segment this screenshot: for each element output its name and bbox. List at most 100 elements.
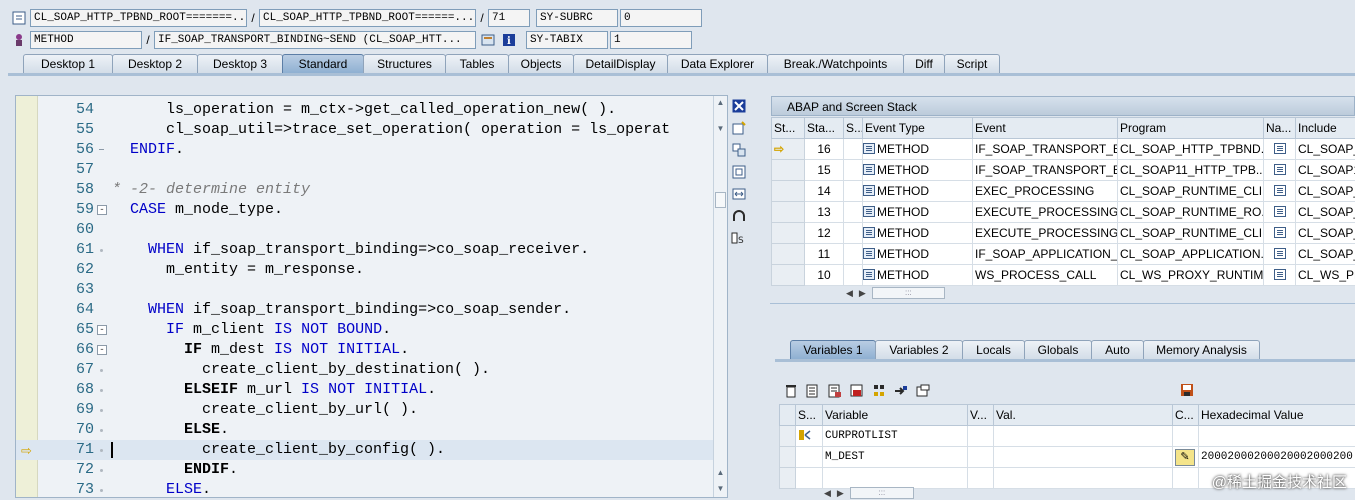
code-text[interactable]: ELSE. <box>112 480 211 498</box>
code-line[interactable]: 58* -2- determine entity <box>16 180 713 200</box>
row-selector[interactable] <box>780 468 796 489</box>
code-line[interactable]: 55 cl_soap_util=>trace_set_operation( op… <box>16 120 713 140</box>
tab-variables-1[interactable]: Variables 1 <box>790 340 876 359</box>
load-variables-icon[interactable] <box>804 382 822 400</box>
var-col-selector[interactable] <box>780 405 796 426</box>
line-number[interactable]: 66 <box>38 340 94 360</box>
line-number[interactable]: 71 <box>38 440 94 460</box>
tab-data-explorer[interactable]: Data Explorer <box>667 54 768 73</box>
navigate-source-icon[interactable] <box>1274 269 1286 280</box>
col-header-level[interactable]: Sta... <box>805 118 844 139</box>
edit-pencil-icon[interactable]: ✎ <box>1175 449 1195 466</box>
code-text[interactable]: ELSEIF m_url IS NOT INITIAL. <box>112 380 436 400</box>
editor-vertical-scrollbar[interactable]: ▲ ▼ ▲ ▼ <box>713 96 727 497</box>
code-line[interactable]: 68 ELSEIF m_url IS NOT INITIAL. <box>16 380 713 400</box>
tab-diff[interactable]: Diff <box>903 54 945 73</box>
code-line[interactable]: 62 m_entity = m_response. <box>16 260 713 280</box>
tab-memory-analysis[interactable]: Memory Analysis <box>1143 340 1260 359</box>
code-text[interactable]: IF m_dest IS NOT INITIAL. <box>112 340 409 360</box>
tab-desktop-3[interactable]: Desktop 3 <box>197 54 283 73</box>
tab-desktop-2[interactable]: Desktop 2 <box>112 54 198 73</box>
line-number[interactable]: 67 <box>38 360 94 380</box>
scroll-up-arrow-lower-icon[interactable]: ▲ <box>714 468 727 477</box>
tab-auto[interactable]: Auto <box>1091 340 1144 359</box>
tab-structures[interactable]: Structures <box>363 54 446 73</box>
code-text[interactable]: CASE m_node_type. <box>112 200 283 220</box>
var-col-header-v[interactable]: V... <box>968 405 994 426</box>
table-row[interactable]: 14METHODEXEC_PROCESSINGCL_SOAP_RUNTIME_C… <box>772 181 1355 202</box>
navigate-source-icon[interactable] <box>1274 185 1286 196</box>
navigate-source-icon[interactable] <box>1274 227 1286 238</box>
stack-navigate-cell[interactable] <box>1264 223 1296 244</box>
var-col-header-variable[interactable]: Variable <box>823 405 968 426</box>
code-line[interactable]: 67 create_client_by_destination( ). <box>16 360 713 380</box>
line-number[interactable]: 65 <box>38 320 94 340</box>
line-number[interactable]: 73 <box>38 480 94 498</box>
navigate-source-icon[interactable] <box>1274 206 1286 217</box>
line-number[interactable]: 60 <box>38 220 94 240</box>
code-text[interactable]: create_client_by_destination( ). <box>112 360 490 380</box>
line-number[interactable]: 56 <box>38 140 94 160</box>
scroll-right-icon[interactable]: ▶ <box>859 288 866 299</box>
sys-field-value-2[interactable]: 1 <box>610 31 692 49</box>
tab-locals[interactable]: Locals <box>962 340 1025 359</box>
navigate-icon[interactable] <box>892 382 910 400</box>
info-icon[interactable]: i <box>500 31 518 49</box>
col-header-s[interactable]: S... <box>844 118 863 139</box>
var-col-header-c[interactable]: C... <box>1173 405 1199 426</box>
fold-toggle-icon[interactable]: - <box>97 205 107 215</box>
code-line[interactable]: 72 ENDIF. <box>16 460 713 480</box>
tab-script[interactable]: Script <box>944 54 1000 73</box>
fold-toggle-icon[interactable]: - <box>97 345 107 355</box>
code-text[interactable]: IF m_client IS NOT BOUND. <box>112 320 391 340</box>
new-tool-icon[interactable] <box>730 119 748 137</box>
close-tool-icon[interactable] <box>730 97 748 115</box>
scroll-up-arrow-icon[interactable]: ▲ <box>714 98 727 107</box>
code-line[interactable]: 63 <box>16 280 713 300</box>
stack-navigate-cell[interactable] <box>1264 160 1296 181</box>
line-number[interactable]: 57 <box>38 160 94 180</box>
code-line[interactable]: 65- IF m_client IS NOT BOUND. <box>16 320 713 340</box>
table-row[interactable]: 12METHODEXECUTE_PROCESSINGCL_SOAP_RUNTIM… <box>772 223 1355 244</box>
code-text[interactable]: create_client_by_config( ). <box>112 440 445 460</box>
code-line[interactable]: 70 ELSE. <box>16 420 713 440</box>
col-header-program[interactable]: Program <box>1118 118 1264 139</box>
folder-icon[interactable] <box>914 382 932 400</box>
col-header-event-type[interactable]: Event Type <box>863 118 973 139</box>
line-number[interactable]: 62 <box>38 260 94 280</box>
code-line[interactable]: 61 WHEN if_soap_transport_binding=>co_so… <box>16 240 713 260</box>
var-col-header-s[interactable]: S... <box>796 405 823 426</box>
stack-navigate-cell[interactable] <box>1264 265 1296 286</box>
source-code-editor[interactable]: 54 ls_operation = m_ctx->get_called_oper… <box>15 95 728 498</box>
line-number[interactable]: 63 <box>38 280 94 300</box>
table-row[interactable]: 13METHODEXECUTE_PROCESSINGCL_SOAP_RUNTIM… <box>772 202 1355 223</box>
code-line[interactable]: 56 ENDIF. <box>16 140 713 160</box>
code-line[interactable]: 59- CASE m_node_type. <box>16 200 713 220</box>
tab-tables[interactable]: Tables <box>445 54 509 73</box>
scroll-down-arrow-lower-icon[interactable]: ▼ <box>714 484 727 493</box>
var-scroll-right-icon[interactable]: ▶ <box>837 488 844 499</box>
code-text[interactable]: ENDIF. <box>112 140 184 160</box>
services-tool-icon[interactable] <box>730 207 748 225</box>
code-line[interactable]: 69 create_client_by_url( ). <box>16 400 713 420</box>
code-line[interactable]: 71⇨ create_client_by_config( ). <box>16 440 713 460</box>
stack-navigate-cell[interactable] <box>1264 244 1296 265</box>
tab-objects[interactable]: Objects <box>508 54 574 73</box>
stack-navigate-cell[interactable] <box>1264 139 1296 160</box>
code-text[interactable]: * -2- determine entity <box>112 180 310 200</box>
variable-name-cell[interactable]: CURPROTLIST <box>823 426 968 447</box>
maximize-tool-icon[interactable] <box>730 163 748 181</box>
tab-variables-2[interactable]: Variables 2 <box>875 340 963 359</box>
table-row[interactable]: 11METHODIF_SOAP_APPLICATION_...CL_SOAP_A… <box>772 244 1355 265</box>
sys-field-name-2[interactable]: SY-TABIX <box>526 31 608 49</box>
sys-field-name-1[interactable]: SY-SUBRC <box>536 9 618 27</box>
include-program-field[interactable]: CL_SOAP_HTTP_TPBND_ROOT======... <box>259 9 476 27</box>
tab-globals[interactable]: Globals <box>1024 340 1092 359</box>
code-line[interactable]: 64 WHEN if_soap_transport_binding=>co_so… <box>16 300 713 320</box>
var-scroll-thumb[interactable]: ::: <box>850 487 914 499</box>
line-number[interactable]: 70 <box>38 420 94 440</box>
code-text[interactable]: cl_soap_util=>trace_set_operation( opera… <box>112 120 670 140</box>
tool-settings-icon[interactable]: S <box>730 229 748 247</box>
table-row[interactable]: CURPROTLIST <box>780 426 1355 447</box>
sys-field-value-1[interactable]: 0 <box>620 9 702 27</box>
